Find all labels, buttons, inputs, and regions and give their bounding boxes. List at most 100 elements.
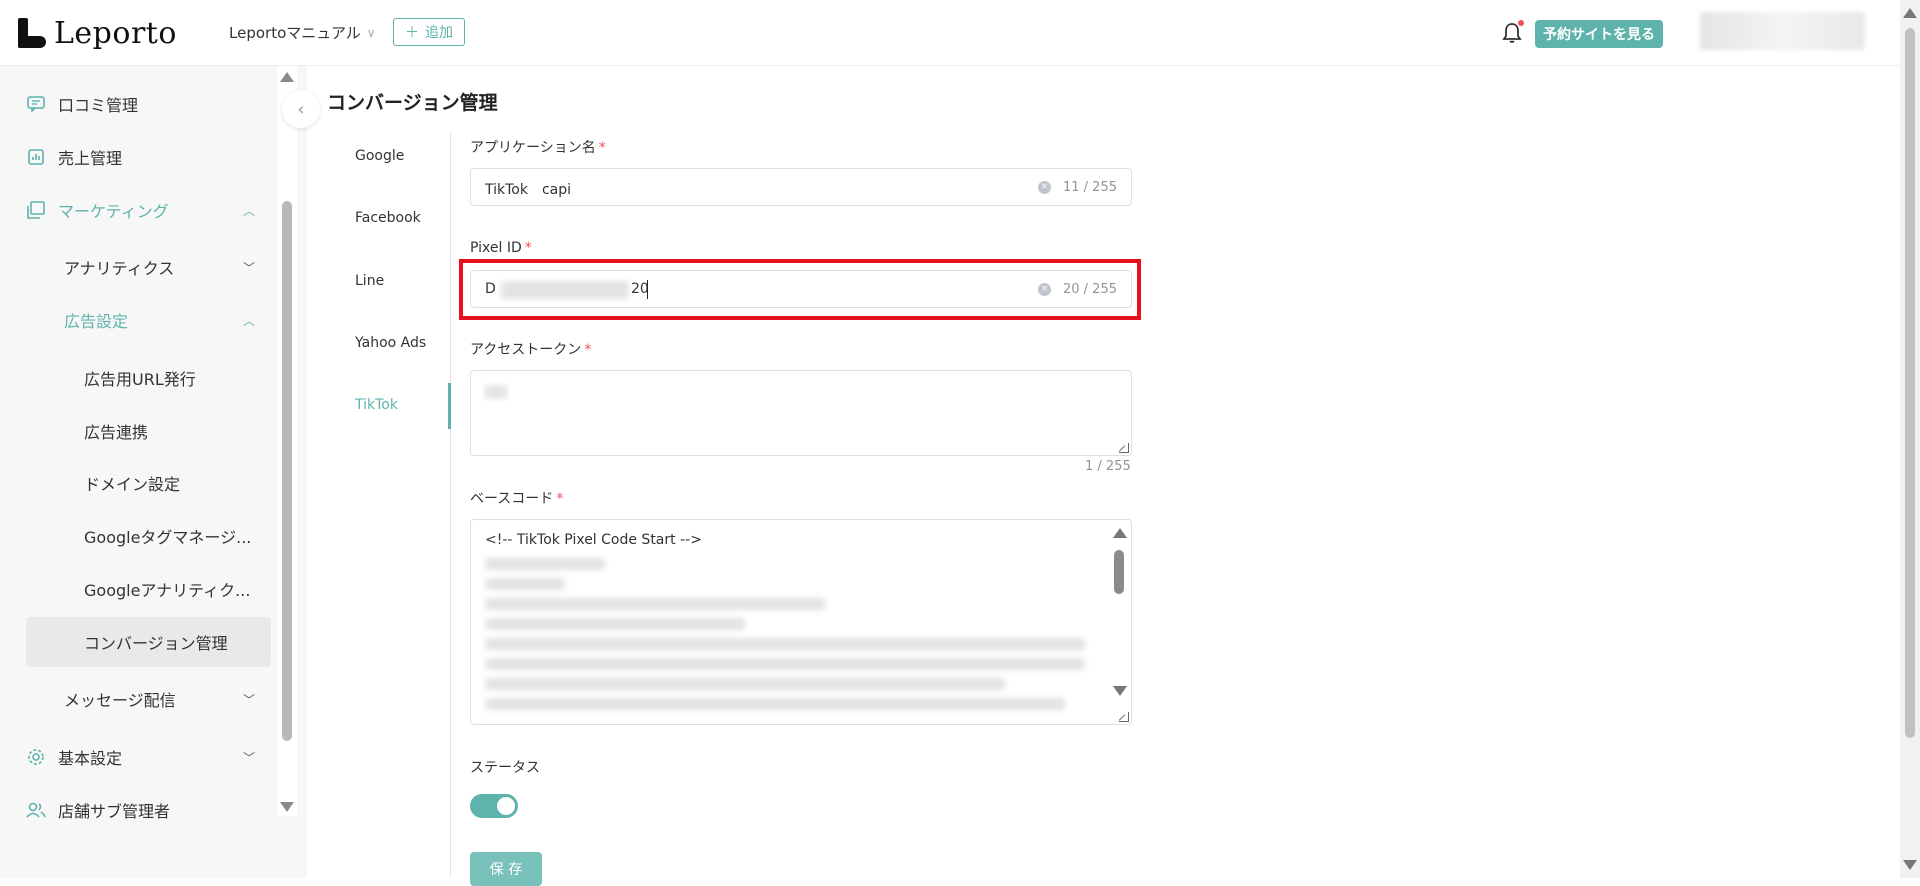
base-code-label: ベースコード * xyxy=(470,488,563,508)
redacted-token xyxy=(485,385,507,399)
status-label: ステータス xyxy=(470,760,540,776)
gear-icon xyxy=(26,747,46,767)
tab-line[interactable]: Line xyxy=(355,273,384,289)
sidebar-item-label: 広告用URL発行 xyxy=(84,370,196,389)
scroll-up-icon[interactable] xyxy=(1903,8,1917,18)
active-tab-indicator xyxy=(448,383,451,429)
pixel-id-label: Pixel ID * xyxy=(470,240,532,256)
users-icon xyxy=(26,800,46,820)
sidebar-item-marketing[interactable]: マーケティング ︿ xyxy=(26,190,271,230)
base-code-label-text: ベースコード xyxy=(470,491,554,507)
page-scrollbar[interactable] xyxy=(1900,0,1920,878)
redacted-code xyxy=(485,638,1085,650)
logo[interactable]: Leporto xyxy=(18,16,177,51)
logo-mark-icon xyxy=(18,18,46,48)
tab-google[interactable]: Google xyxy=(355,148,404,164)
sidebar-item-conversion[interactable]: コンバージョン管理 xyxy=(26,617,271,667)
scroll-down-icon[interactable] xyxy=(1903,860,1917,870)
plus-icon: ＋ xyxy=(405,25,419,41)
redacted-code xyxy=(485,618,745,630)
redacted-code xyxy=(485,698,1065,710)
comment-icon xyxy=(26,94,46,114)
redacted-code xyxy=(485,598,825,610)
scrollbar-thumb[interactable] xyxy=(1114,550,1124,594)
scrollbar-thumb[interactable] xyxy=(282,201,292,741)
chevron-up-icon: ︿ xyxy=(242,203,255,218)
access-token-label: アクセストークン * xyxy=(470,339,591,359)
redacted-code xyxy=(485,578,565,590)
resize-handle-icon[interactable] xyxy=(1119,712,1129,722)
sidebar-item-label: 売上管理 xyxy=(58,149,123,168)
app-name-input[interactable]: TikTok capi × 11 / 255 xyxy=(470,168,1132,206)
sidebar-item-label: 広告設定 xyxy=(64,312,129,331)
redacted-code xyxy=(485,678,1005,690)
sidebar-item-domain[interactable]: ドメイン設定 xyxy=(84,463,271,503)
scroll-down-icon[interactable] xyxy=(280,802,294,812)
char-count: 11 / 255 xyxy=(1063,180,1117,195)
redacted-code xyxy=(485,658,1085,670)
sidebar-item-label: Googleアナリティク... xyxy=(84,581,251,600)
sidebar-item-label: マーケティング xyxy=(58,202,169,221)
sidebar-scrollbar[interactable] xyxy=(277,66,297,816)
save-button[interactable]: 保 存 xyxy=(470,852,542,886)
tab-yahoo-ads[interactable]: Yahoo Ads xyxy=(355,335,426,351)
sidebar-item-gtm[interactable]: Googleタグマネージ... xyxy=(84,516,271,556)
sidebar-item-basic-settings[interactable]: 基本設定 ﹀ xyxy=(26,737,271,777)
app-name-value: TikTok capi xyxy=(485,182,572,198)
top-header: Leporto Leportoマニュアル ∨ ＋ 追加 予約サイトを見る xyxy=(0,0,1900,66)
sidebar-item-label: 店舗サブ管理者 xyxy=(58,802,171,821)
pixel-id-label-text: Pixel ID xyxy=(470,240,522,256)
provider-tabs: Google Facebook Line Yahoo Ads TikTok xyxy=(327,132,451,878)
sidebar-item-label: メッセージ配信 xyxy=(64,691,176,710)
scroll-up-icon[interactable] xyxy=(280,72,294,82)
code-scrollbar[interactable] xyxy=(1111,524,1127,699)
chart-icon xyxy=(26,147,46,167)
chevron-left-icon: ‹ xyxy=(297,98,305,120)
sidebar-item-analytics[interactable]: アナリティクス ﹀ xyxy=(64,247,271,287)
base-code-textarea[interactable]: <!-- TikTok Pixel Code Start --> xyxy=(470,519,1132,725)
redacted-code xyxy=(485,558,605,570)
add-button-label: 追加 xyxy=(425,25,453,41)
sidebar-item-ad-integration[interactable]: 広告連携 xyxy=(84,411,271,451)
tab-facebook[interactable]: Facebook xyxy=(355,210,421,226)
scroll-up-icon[interactable] xyxy=(1113,528,1127,538)
sidebar-item-label: 広告連携 xyxy=(84,423,149,442)
access-token-label-text: アクセストークン xyxy=(470,342,582,358)
code-first-line: <!-- TikTok Pixel Code Start --> xyxy=(485,532,702,548)
required-mark: * xyxy=(598,140,606,156)
char-count: 1 / 255 xyxy=(1085,459,1131,474)
required-mark: * xyxy=(556,491,564,507)
sidebar-item-reviews[interactable]: 口コミ管理 xyxy=(26,84,271,124)
user-menu[interactable] xyxy=(1700,12,1865,50)
sidebar-item-sales[interactable]: 売上管理 xyxy=(26,137,271,177)
notification-dot xyxy=(1518,20,1524,26)
view-reservation-site-button[interactable]: 予約サイトを見る xyxy=(1535,20,1663,48)
required-mark: * xyxy=(584,342,592,358)
site-selector[interactable]: Leportoマニュアル ∨ xyxy=(229,22,376,43)
sidebar-item-ad-url[interactable]: 広告用URL発行 xyxy=(84,358,271,398)
clear-icon[interactable]: × xyxy=(1038,181,1051,194)
collapse-sidebar-button[interactable]: ‹ xyxy=(282,90,320,128)
add-button[interactable]: ＋ 追加 xyxy=(393,18,465,46)
sidebar-item-messages[interactable]: メッセージ配信 ﹀ xyxy=(64,679,271,719)
scroll-down-icon[interactable] xyxy=(1113,686,1127,696)
highlight-box xyxy=(459,259,1141,320)
access-token-textarea[interactable] xyxy=(470,370,1132,456)
chevron-down-icon: ﹀ xyxy=(242,260,255,275)
sidebar-item-ga[interactable]: Googleアナリティク... xyxy=(84,569,271,609)
sidebar-item-label: 口コミ管理 xyxy=(58,96,139,115)
tab-tiktok[interactable]: TikTok xyxy=(355,397,398,413)
chevron-down-icon: ﹀ xyxy=(242,750,255,765)
chevron-down-icon: ∨ xyxy=(366,25,376,40)
scrollbar-thumb[interactable] xyxy=(1905,28,1915,738)
sidebar-item-label: コンバージョン管理 xyxy=(84,634,228,653)
sidebar-item-ad-settings[interactable]: 広告設定 ︿ xyxy=(64,300,271,340)
chevron-down-icon: ﹀ xyxy=(242,692,255,707)
required-mark: * xyxy=(524,240,532,256)
sidebar-item-sub-admins[interactable]: 店舗サブ管理者 xyxy=(26,790,271,830)
layers-icon xyxy=(26,200,46,220)
status-toggle[interactable] xyxy=(470,794,518,818)
site-selector-label: Leportoマニュアル xyxy=(229,24,361,42)
resize-handle-icon[interactable] xyxy=(1119,443,1129,453)
sidebar-item-label: 基本設定 xyxy=(58,749,123,768)
